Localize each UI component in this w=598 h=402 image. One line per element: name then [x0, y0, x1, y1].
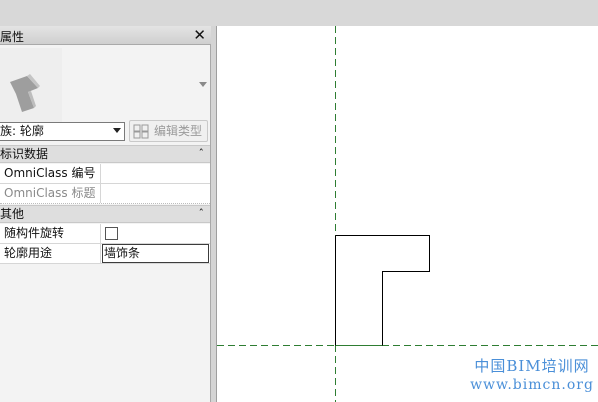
chevron-up-icon[interactable]: ˆ: [199, 146, 205, 162]
edit-type-icon: [133, 124, 149, 139]
edit-type-button[interactable]: 编辑类型: [129, 120, 208, 142]
family-type-selector[interactable]: 族: 轮廓: [0, 122, 125, 141]
property-row-omniclass-number[interactable]: OmniClass 编号: [0, 164, 210, 184]
property-value[interactable]: [101, 164, 210, 183]
group-header-identity-data[interactable]: 标识数据 ˆ: [0, 145, 210, 163]
type-preview[interactable]: [0, 48, 62, 123]
properties-panel-title: 属性: [0, 30, 25, 44]
property-label: OmniClass 标题: [0, 184, 101, 203]
property-row-omniclass-title[interactable]: OmniClass 标题: [0, 184, 210, 204]
property-row-rotate-with-component[interactable]: 随构件旋转: [0, 224, 210, 244]
group-header-other[interactable]: 其他 ˆ: [0, 205, 210, 223]
drawing-canvas-svg: [217, 26, 598, 402]
type-dropdown-arrow-icon[interactable]: [199, 82, 207, 88]
group-label-other: 其他: [0, 207, 25, 221]
property-value: 墙饰条: [101, 244, 210, 263]
drawing-canvas[interactable]: [216, 26, 598, 402]
property-row-profile-usage[interactable]: 轮廓用途 墙饰条: [0, 244, 210, 264]
property-label: OmniClass 编号: [0, 164, 101, 183]
properties-panel-header[interactable]: 属性 ✕: [0, 26, 211, 45]
group-label-identity-data: 标识数据: [0, 147, 49, 161]
watermark-title: 中国BIM培训网: [474, 357, 590, 375]
property-label: 随构件旋转: [0, 224, 101, 243]
watermark: 中国BIM培训网 www.bimcn.org: [468, 357, 596, 395]
properties-panel: 属性 ✕ 族: 轮廓 编辑类型 标识数据 ˆ OmniClass 编号 Omni…: [0, 26, 211, 402]
rotate-with-component-checkbox[interactable]: [105, 227, 118, 240]
top-toolbar-strip: [0, 0, 598, 26]
profile-usage-field[interactable]: 墙饰条: [102, 244, 209, 263]
watermark-url: www.bimcn.org: [470, 377, 594, 393]
chevron-down-icon: [113, 128, 121, 133]
close-icon[interactable]: ✕: [193, 26, 206, 44]
family-type-selector-value: 族: 轮廓: [0, 124, 44, 138]
profile-sketch-outline[interactable]: [335, 235, 430, 346]
edit-type-label: 编辑类型: [154, 124, 203, 138]
property-value: [101, 224, 210, 243]
property-value: [101, 184, 210, 203]
profile-family-preview-icon: [0, 48, 62, 123]
property-label: 轮廓用途: [0, 244, 101, 263]
chevron-up-icon[interactable]: ˆ: [199, 206, 205, 222]
